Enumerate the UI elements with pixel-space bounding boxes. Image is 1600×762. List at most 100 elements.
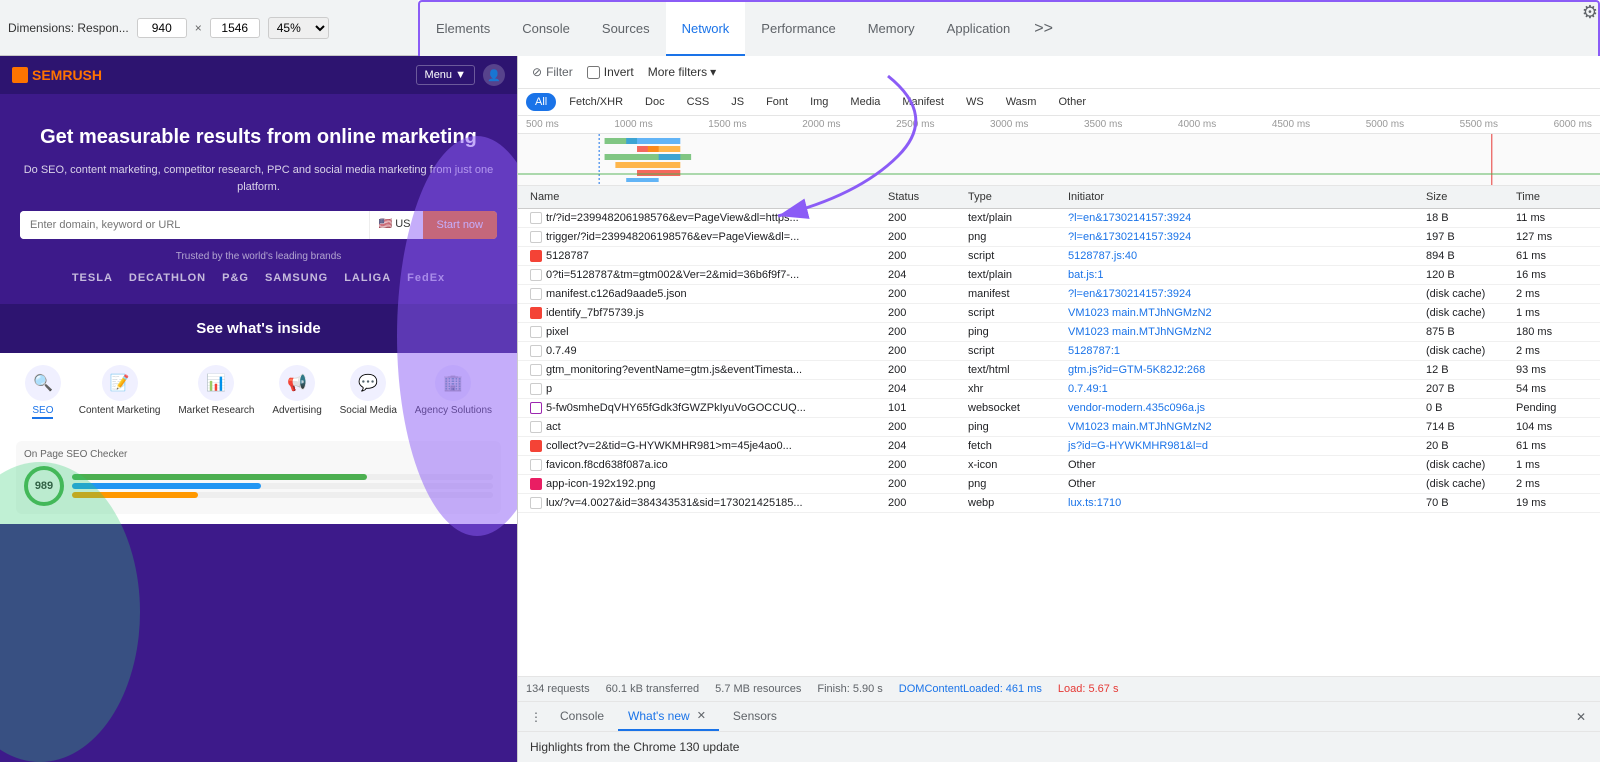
row-name: lux/?v=4.0027&id=384343531&sid=173021425… — [526, 496, 884, 510]
chip-other[interactable]: Other — [1049, 93, 1095, 111]
tab-memory[interactable]: Memory — [852, 2, 931, 56]
bottom-tab-console[interactable]: Console — [550, 702, 614, 731]
row-name-text: 0.7.49 — [546, 345, 577, 357]
initiator-link[interactable]: lux.ts:1710 — [1068, 497, 1121, 509]
icon-market[interactable]: 📊 Market Research — [178, 365, 254, 417]
table-row[interactable]: p 204 xhr 0.7.49:1 207 B 54 ms — [518, 380, 1600, 399]
table-row[interactable]: lux/?v=4.0027&id=384343531&sid=173021425… — [518, 494, 1600, 513]
chip-js[interactable]: JS — [722, 93, 753, 111]
whats-new-close-button[interactable]: ✕ — [694, 708, 709, 723]
chip-media[interactable]: Media — [841, 93, 889, 111]
height-input[interactable] — [210, 18, 260, 38]
invert-checkbox-label[interactable]: Invert — [587, 65, 634, 79]
table-row[interactable]: collect?v=2&tid=G-HYWKMHR981>m=45je4ao0.… — [518, 437, 1600, 456]
table-row[interactable]: act 200 ping VM1023 main.MTJhNGMzN2 714 … — [518, 418, 1600, 437]
bottom-tab-whats-new[interactable]: What's new ✕ — [618, 702, 719, 731]
table-row[interactable]: trigger/?id=239948206198576&ev=PageView&… — [518, 228, 1600, 247]
row-status: 200 — [884, 363, 964, 377]
initiator-link[interactable]: js?id=G-HYWKMHR981&l=d — [1068, 440, 1208, 452]
brand-tesla: TESLA — [72, 272, 113, 284]
content-label: Content Marketing — [79, 405, 161, 417]
initiator-link[interactable]: 5128787.js:40 — [1068, 250, 1137, 262]
icon-content[interactable]: 📝 Content Marketing — [79, 365, 161, 417]
table-row[interactable]: pixel 200 ping VM1023 main.MTJhNGMzN2 87… — [518, 323, 1600, 342]
table-row[interactable]: favicon.f8cd638f087a.ico 200 x-icon Othe… — [518, 456, 1600, 475]
advertising-icon: 📢 — [279, 365, 315, 401]
table-row[interactable]: gtm_monitoring?eventName=gtm.js&eventTim… — [518, 361, 1600, 380]
semrush-logo: SEMRUSH — [12, 67, 102, 83]
tab-performance[interactable]: Performance — [745, 2, 851, 56]
tab-application[interactable]: Application — [931, 2, 1027, 56]
initiator-link[interactable]: ?l=en&1730214157:3924 — [1068, 288, 1191, 300]
chip-all[interactable]: All — [526, 93, 556, 111]
tab-sources[interactable]: Sources — [586, 2, 666, 56]
table-row[interactable]: 0.7.49 200 script 5128787:1 (disk cache)… — [518, 342, 1600, 361]
row-initiator: lux.ts:1710 — [1064, 496, 1422, 510]
tab-console[interactable]: Console — [506, 2, 586, 56]
chip-fetch-xhr[interactable]: Fetch/XHR — [560, 93, 632, 111]
col-type[interactable]: Type — [964, 190, 1064, 204]
bottom-content: Highlights from the Chrome 130 update — [518, 732, 1600, 762]
mark-5500ms: 5500 ms — [1460, 119, 1498, 130]
domain-search-input[interactable] — [20, 211, 365, 239]
more-filters-button[interactable]: More filters ▾ — [642, 62, 722, 82]
chip-doc[interactable]: Doc — [636, 93, 674, 111]
col-initiator[interactable]: Initiator — [1064, 190, 1422, 204]
initiator-link[interactable]: gtm.js?id=GTM-5K82J2:268 — [1068, 364, 1205, 376]
bottom-panel-close-button[interactable]: ✕ — [1570, 708, 1592, 726]
settings-icon[interactable]: ⚙ — [1582, 2, 1598, 56]
icon-seo[interactable]: 🔍 SEO — [25, 365, 61, 419]
table-row[interactable]: 5-fw0smheDqVHY65fGdk3fGWZPkIyuVoGOCCUQ..… — [518, 399, 1600, 418]
chip-manifest[interactable]: Manifest — [893, 93, 953, 111]
initiator-link[interactable]: VM1023 main.MTJhNGMzN2 — [1068, 421, 1212, 433]
bottom-panel-menu[interactable]: ⋮ — [526, 710, 546, 724]
devtools-network-panel: ⊘ Filter Invert More filters ▾ All Fetch… — [518, 56, 1600, 762]
content-icon: 📝 — [102, 365, 138, 401]
menu-button[interactable]: Menu ▼ — [416, 65, 475, 85]
tab-network[interactable]: Network — [666, 2, 746, 56]
chip-img[interactable]: Img — [801, 93, 837, 111]
invert-checkbox[interactable] — [587, 66, 600, 79]
icon-advertising[interactable]: 📢 Advertising — [272, 365, 321, 417]
row-type: script — [964, 249, 1064, 263]
user-icon[interactable]: 👤 — [483, 64, 505, 86]
table-row[interactable]: 0?ti=5128787&tm=gtm002&Ver=2&mid=36b6f9f… — [518, 266, 1600, 285]
initiator-link[interactable]: VM1023 main.MTJhNGMzN2 — [1068, 307, 1212, 319]
table-row[interactable]: app-icon-192x192.png 200 png Other (disk… — [518, 475, 1600, 494]
row-initiator: 5128787.js:40 — [1064, 249, 1422, 263]
initiator-link[interactable]: 5128787:1 — [1068, 345, 1120, 357]
more-tabs-button[interactable]: >> — [1026, 2, 1061, 56]
col-size[interactable]: Size — [1422, 190, 1512, 204]
tab-elements[interactable]: Elements — [420, 2, 506, 56]
col-status[interactable]: Status — [884, 190, 964, 204]
row-time: 61 ms — [1512, 249, 1592, 263]
initiator-link[interactable]: ?l=en&1730214157:3924 — [1068, 212, 1191, 224]
table-row[interactable]: tr/?id=239948206198576&ev=PageView&dl=ht… — [518, 209, 1600, 228]
initiator-link[interactable]: bat.js:1 — [1068, 269, 1103, 281]
bottom-tab-sensors[interactable]: Sensors — [723, 702, 787, 731]
network-table[interactable]: Name Status Type Initiator Size Time tr/… — [518, 186, 1600, 676]
col-time[interactable]: Time — [1512, 190, 1592, 204]
row-name-text: favicon.f8cd638f087a.ico — [546, 459, 668, 471]
filter-button[interactable]: ⊘ Filter — [526, 62, 579, 82]
mark-1000ms: 1000 ms — [614, 119, 652, 130]
initiator-link[interactable]: vendor-modern.435c096a.js — [1068, 402, 1205, 414]
row-initiator: bat.js:1 — [1064, 268, 1422, 282]
chip-font[interactable]: Font — [757, 93, 797, 111]
table-row[interactable]: identify_7bf75739.js 200 script VM1023 m… — [518, 304, 1600, 323]
initiator-link[interactable]: VM1023 main.MTJhNGMzN2 — [1068, 326, 1212, 338]
initiator-link[interactable]: ?l=en&1730214157:3924 — [1068, 231, 1191, 243]
icon-social[interactable]: 💬 Social Media — [340, 365, 397, 417]
width-input[interactable] — [137, 18, 187, 38]
table-row[interactable]: 5128787 200 script 5128787.js:40 894 B 6… — [518, 247, 1600, 266]
initiator-link[interactable]: 0.7.49:1 — [1068, 383, 1108, 395]
chip-css[interactable]: CSS — [678, 93, 719, 111]
chip-ws[interactable]: WS — [957, 93, 993, 111]
chip-wasm[interactable]: Wasm — [997, 93, 1046, 111]
zoom-select[interactable]: 45%50%75%100% — [268, 17, 329, 39]
row-name: p — [526, 382, 884, 396]
row-size: 714 B — [1422, 420, 1512, 434]
col-name[interactable]: Name — [526, 190, 884, 204]
timeline-area[interactable]: 500 ms 1000 ms 1500 ms 2000 ms 2500 ms 3… — [518, 116, 1600, 186]
table-row[interactable]: manifest.c126ad9aade5.json 200 manifest … — [518, 285, 1600, 304]
